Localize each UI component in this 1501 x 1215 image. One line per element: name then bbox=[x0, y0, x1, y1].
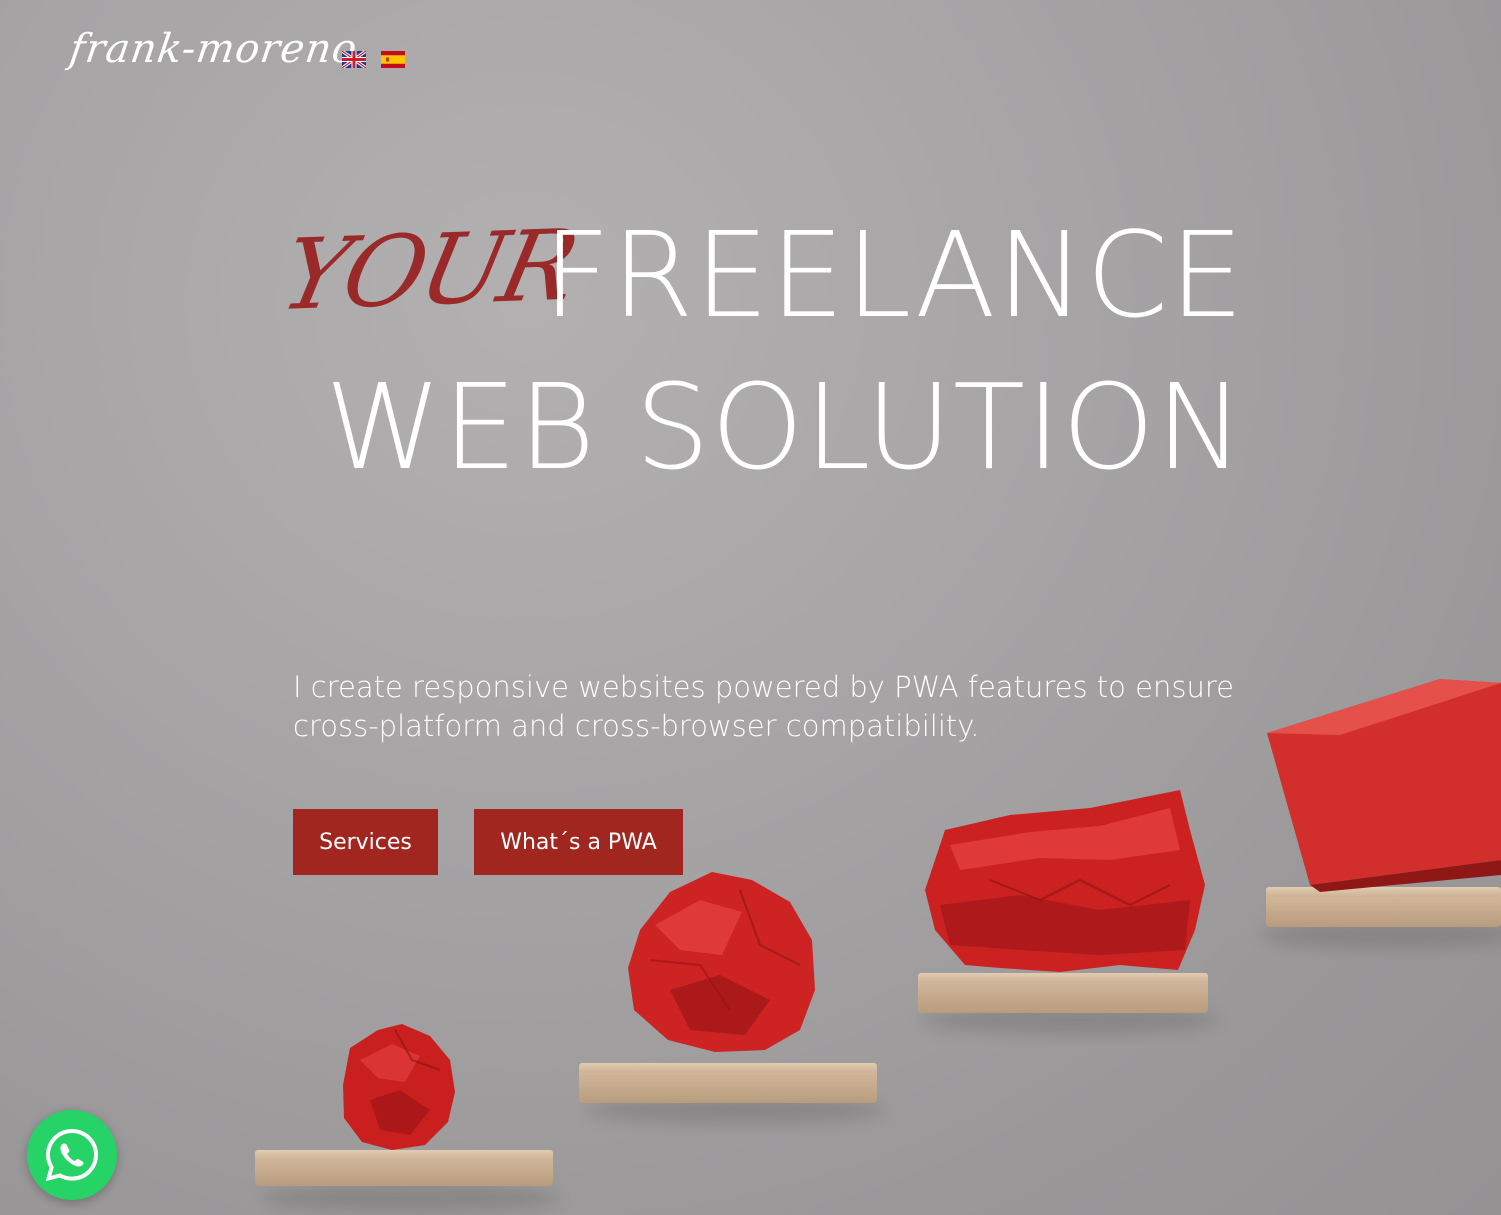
shelf-1 bbox=[255, 1150, 553, 1186]
spain-flag-icon bbox=[381, 51, 405, 68]
language-en-button[interactable] bbox=[342, 51, 366, 68]
shelf-2 bbox=[579, 1063, 877, 1103]
whatsapp-button[interactable] bbox=[27, 1110, 117, 1200]
headline-accent-word: YOUR bbox=[271, 209, 584, 333]
services-button[interactable]: Services bbox=[293, 809, 438, 875]
uk-flag-icon bbox=[342, 51, 366, 68]
paper-block bbox=[1267, 679, 1501, 892]
paper-ball-medium bbox=[628, 872, 815, 1052]
whats-a-pwa-button[interactable]: What´s a PWA bbox=[474, 809, 683, 875]
whatsapp-icon bbox=[45, 1128, 99, 1182]
hero-tagline: I create responsive websites powered by … bbox=[293, 670, 1234, 743]
shelf-4 bbox=[1266, 887, 1501, 927]
headline-line-1: FREELANCE bbox=[542, 206, 1245, 344]
language-es-button[interactable] bbox=[381, 51, 405, 68]
hero-illustration bbox=[255, 679, 1501, 1212]
paper-ball-small bbox=[343, 1024, 455, 1150]
headline-line-2: WEB SOLUTION bbox=[324, 358, 1245, 496]
shelf-3 bbox=[918, 973, 1208, 1013]
site-logo[interactable]: frank-moreno bbox=[67, 26, 361, 72]
paper-crumpled-box bbox=[925, 790, 1205, 972]
